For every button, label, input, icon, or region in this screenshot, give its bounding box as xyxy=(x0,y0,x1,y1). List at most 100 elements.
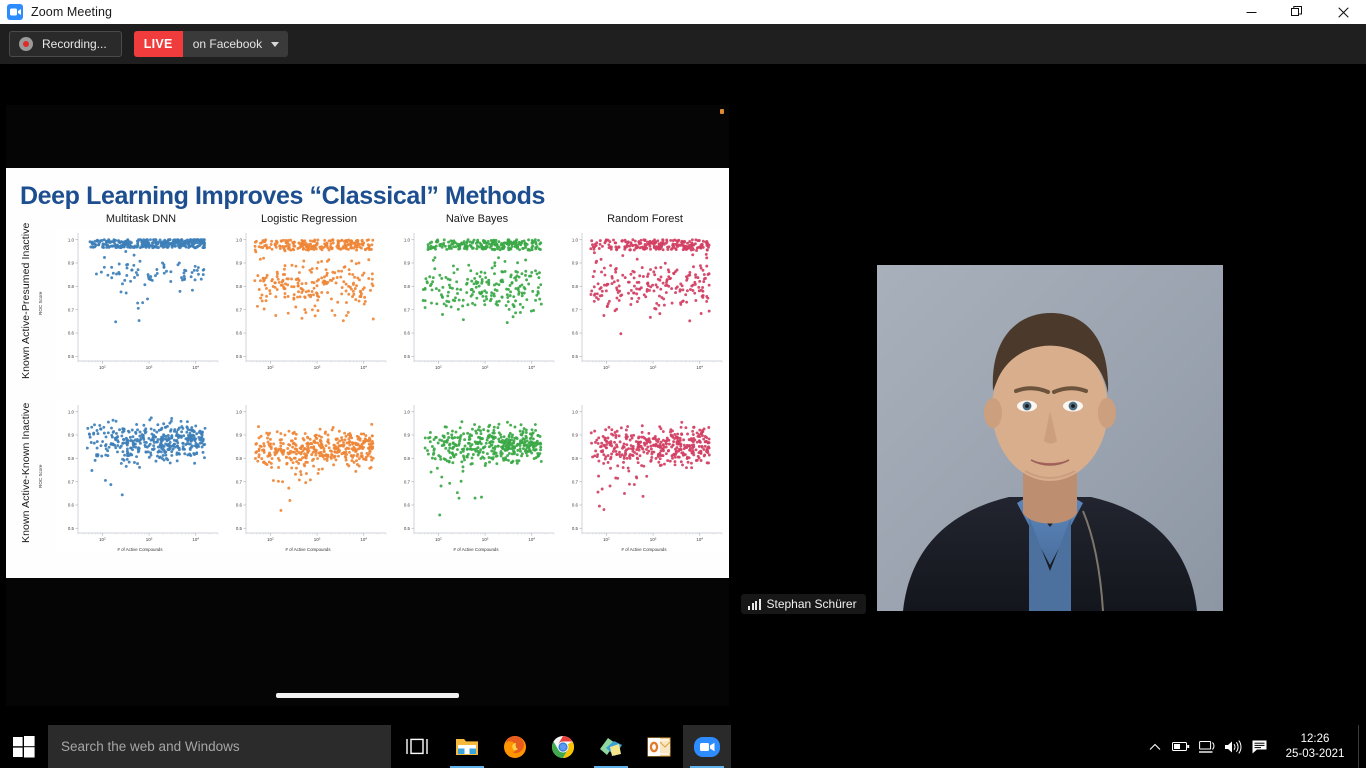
chevron-up-icon[interactable] xyxy=(1142,725,1168,768)
svg-text:0.5: 0.5 xyxy=(404,526,411,531)
svg-text:1.0: 1.0 xyxy=(68,409,75,414)
taskbar-app-zoom[interactable] xyxy=(683,725,731,768)
taskbar-app-outlook[interactable] xyxy=(635,725,683,768)
svg-text:0.5: 0.5 xyxy=(236,354,243,359)
svg-text:0.9: 0.9 xyxy=(404,261,411,266)
chevron-down-icon xyxy=(271,41,280,47)
svg-text:103: 103 xyxy=(146,536,153,542)
action-center-icon[interactable] xyxy=(1246,725,1272,768)
svg-text:104: 104 xyxy=(696,364,703,370)
svg-text:103: 103 xyxy=(482,364,489,370)
svg-text:0.9: 0.9 xyxy=(236,261,243,266)
show-desktop-button[interactable] xyxy=(1358,725,1366,768)
svg-text:0.6: 0.6 xyxy=(236,331,243,336)
svg-text:0.7: 0.7 xyxy=(572,479,579,484)
presentation-slide: Deep Learning Improves “Classical” Metho… xyxy=(6,168,729,578)
column-header-naive-bayes: Naïve Bayes xyxy=(445,213,509,225)
window-title: Zoom Meeting xyxy=(31,5,113,19)
battery-icon[interactable] xyxy=(1168,725,1194,768)
svg-text:0.9: 0.9 xyxy=(68,261,75,266)
svg-text:0.5: 0.5 xyxy=(68,526,75,531)
network-icon[interactable] xyxy=(1194,725,1220,768)
svg-text:103: 103 xyxy=(314,364,321,370)
row-label-known-inactive: Known Active-Known Inactive xyxy=(20,402,32,544)
taskbar-app-google-chrome[interactable] xyxy=(539,725,587,768)
svg-text:0.8: 0.8 xyxy=(404,284,411,289)
svg-text:1.0: 1.0 xyxy=(68,237,75,242)
svg-text:104: 104 xyxy=(360,364,367,370)
zoom-video-icon xyxy=(7,4,23,20)
svg-text:0.8: 0.8 xyxy=(236,284,243,289)
svg-text:104: 104 xyxy=(192,536,199,542)
participant-name-label: Stephan Schürer xyxy=(766,597,857,611)
svg-text:0.7: 0.7 xyxy=(572,307,579,312)
svg-text:0.8: 0.8 xyxy=(404,456,411,461)
scatter-panel-logreg-presumed: 1.0 0.9 0.8 0.7 0.6 0.5 102 103 104 xyxy=(224,229,392,381)
svg-text:0.7: 0.7 xyxy=(236,479,243,484)
minimize-button[interactable] xyxy=(1228,0,1274,24)
x-axis-label-4: # of Active Compounds xyxy=(621,547,667,552)
svg-text:0.5: 0.5 xyxy=(236,526,243,531)
svg-text:0.8: 0.8 xyxy=(68,284,75,289)
scatter-panel-rf-known: 1.0 0.9 0.8 0.7 0.6 0.5 102 103 104 xyxy=(560,401,728,553)
start-button[interactable] xyxy=(0,725,48,768)
svg-text:1.0: 1.0 xyxy=(404,237,411,242)
column-header-random-forest: Random Forest xyxy=(607,213,683,225)
window-titlebar: Zoom Meeting xyxy=(0,0,1366,24)
scatter-panel-dnn-known: 1.0 0.9 0.8 0.7 0.6 0.5 102 103 104 xyxy=(56,401,224,553)
live-destination-dropdown[interactable]: on Facebook xyxy=(182,31,289,57)
scatter-panel-dnn-presumed: 1.0 0.9 0.8 0.7 0.6 0.5 102 103 104 xyxy=(56,229,224,381)
taskbar-app-firefox[interactable] xyxy=(491,725,539,768)
svg-text:0.8: 0.8 xyxy=(236,456,243,461)
svg-text:0.5: 0.5 xyxy=(572,354,579,359)
svg-text:102: 102 xyxy=(435,364,442,370)
taskbar-app-file-explorer[interactable] xyxy=(443,725,491,768)
live-badge: LIVE xyxy=(133,31,183,57)
window-controls xyxy=(1228,0,1366,24)
row-label-presumed-inactive: Known Active-Presumed Inactive xyxy=(20,222,32,380)
svg-text:0.7: 0.7 xyxy=(68,479,75,484)
svg-text:0.9: 0.9 xyxy=(236,433,243,438)
svg-text:1.0: 1.0 xyxy=(236,237,243,242)
participant-name-chip: Stephan Schürer xyxy=(741,594,866,614)
taskbar-app-sticky-notes[interactable] xyxy=(587,725,635,768)
live-stream-control[interactable]: LIVE on Facebook xyxy=(133,31,289,57)
svg-text:0.6: 0.6 xyxy=(572,503,579,508)
svg-text:0.6: 0.6 xyxy=(404,503,411,508)
clock[interactable]: 12:26 25-03-2021 xyxy=(1272,725,1358,768)
svg-text:104: 104 xyxy=(528,364,535,370)
svg-text:0.6: 0.6 xyxy=(68,331,75,336)
svg-text:104: 104 xyxy=(696,536,703,542)
close-button[interactable] xyxy=(1320,0,1366,24)
record-dot-icon xyxy=(19,37,33,51)
recording-indicator-button[interactable]: Recording... xyxy=(9,31,122,57)
svg-text:0.9: 0.9 xyxy=(572,261,579,266)
maximize-restore-button[interactable] xyxy=(1274,0,1320,24)
task-view-icon[interactable] xyxy=(391,725,443,768)
participant-video-tile[interactable] xyxy=(877,265,1223,611)
y-axis-label-top: ROC Score xyxy=(38,291,43,315)
svg-text:0.6: 0.6 xyxy=(68,503,75,508)
svg-text:0.5: 0.5 xyxy=(404,354,411,359)
volume-icon[interactable] xyxy=(1220,725,1246,768)
shared-screen-panel[interactable]: Deep Learning Improves “Classical” Metho… xyxy=(6,105,729,706)
svg-text:102: 102 xyxy=(267,364,274,370)
scatter-panel-nb-known: 1.0 0.9 0.8 0.7 0.6 0.5 102 103 104 xyxy=(392,401,560,553)
shared-content-scrollbar[interactable] xyxy=(276,693,459,698)
y-axis-label-bottom: ROC Score xyxy=(38,464,43,488)
column-header-multitask-dnn: Multitask DNN xyxy=(105,213,177,225)
svg-text:0.9: 0.9 xyxy=(404,433,411,438)
search-input[interactable]: Search the web and Windows xyxy=(48,725,391,768)
svg-text:0.9: 0.9 xyxy=(572,433,579,438)
svg-text:0.7: 0.7 xyxy=(236,307,243,312)
audio-level-icon xyxy=(748,598,761,610)
system-tray: 12:26 25-03-2021 xyxy=(1142,725,1366,768)
svg-text:1.0: 1.0 xyxy=(572,237,579,242)
search-placeholder: Search the web and Windows xyxy=(61,739,240,754)
svg-text:0.9: 0.9 xyxy=(68,433,75,438)
scatter-panel-rf-presumed: 1.0 0.9 0.8 0.7 0.6 0.5 102 103 104 xyxy=(560,229,728,381)
svg-text:102: 102 xyxy=(99,536,106,542)
page-title: Deep Learning Improves “Classical” Metho… xyxy=(20,182,546,210)
windows-taskbar: Search the web and Windows 12:26 25-03-2… xyxy=(0,725,1366,768)
svg-text:1.0: 1.0 xyxy=(404,409,411,414)
